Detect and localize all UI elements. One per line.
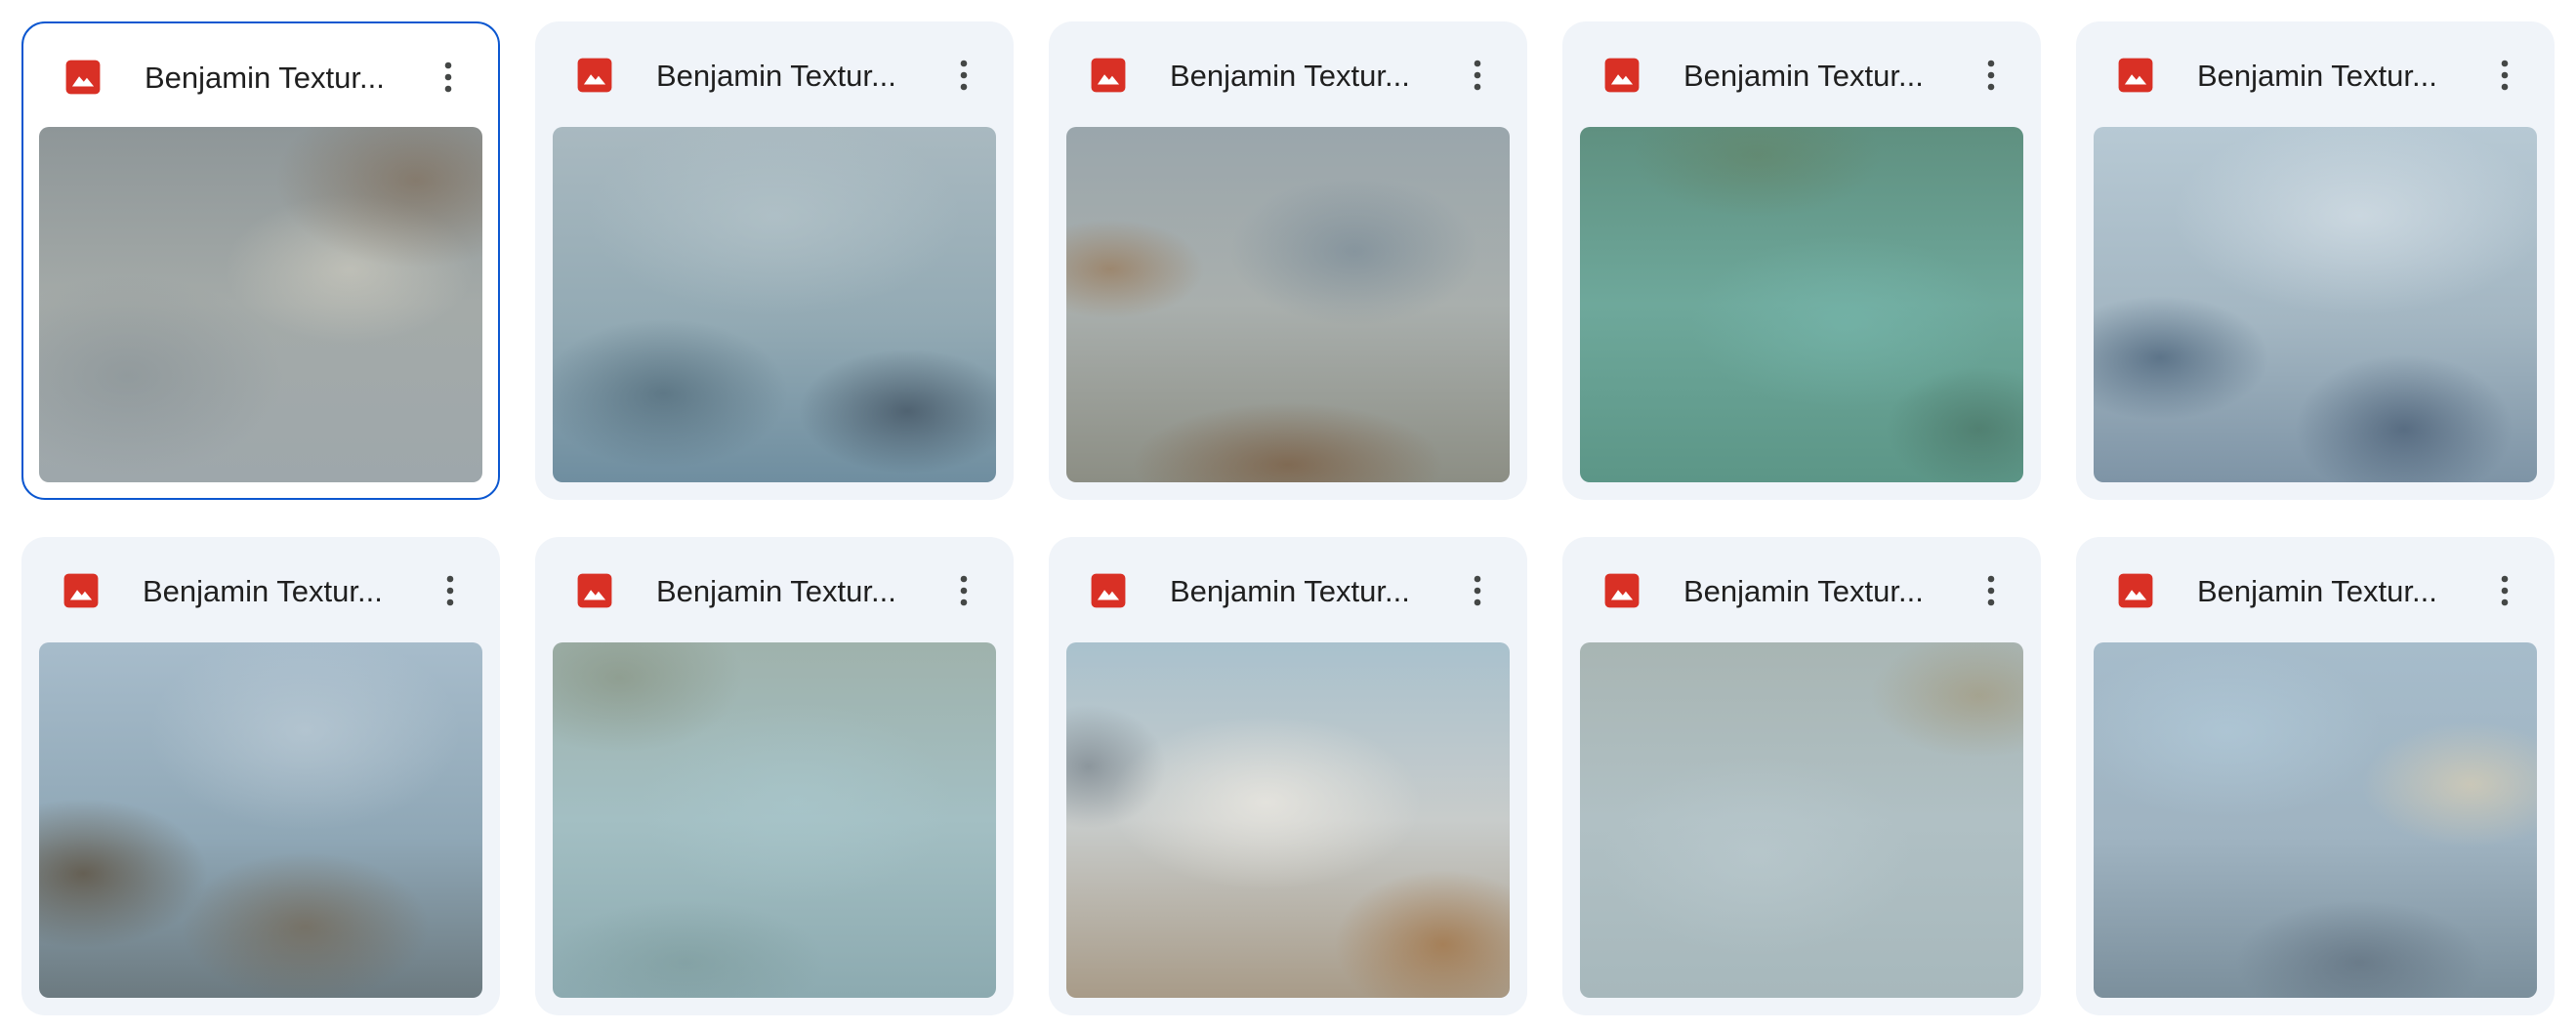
file-card[interactable]: Benjamin Textur...	[1049, 21, 1527, 500]
file-card-header: Benjamin Textur...	[1049, 537, 1527, 644]
image-icon	[1603, 57, 1641, 94]
file-name: Benjamin Textur...	[1170, 574, 1410, 608]
file-card[interactable]: Benjamin Textur...	[1562, 21, 2041, 500]
file-card-header: Benjamin Textur...	[1049, 21, 1527, 129]
file-card-header: Benjamin Textur...	[1562, 537, 2041, 644]
file-name: Benjamin Textur...	[656, 59, 896, 93]
file-card[interactable]: Benjamin Textur...	[21, 537, 500, 1015]
image-icon	[64, 59, 102, 96]
file-name: Benjamin Textur...	[145, 61, 385, 95]
file-name: Benjamin Textur...	[656, 574, 896, 608]
file-card-header: Benjamin Textur...	[2076, 537, 2555, 644]
file-card-header: Benjamin Textur...	[23, 23, 498, 131]
file-thumbnail[interactable]	[2094, 642, 2537, 998]
file-thumbnail[interactable]	[2094, 127, 2537, 482]
file-thumbnail[interactable]	[1066, 127, 1510, 482]
file-card[interactable]: Benjamin Textur...	[2076, 21, 2555, 500]
file-name: Benjamin Textur...	[1170, 59, 1410, 93]
file-thumbnail[interactable]	[1066, 642, 1510, 998]
file-thumbnail[interactable]	[39, 642, 482, 998]
file-name: Benjamin Textur...	[2197, 59, 2437, 93]
image-icon	[576, 572, 613, 609]
image-icon	[1090, 572, 1127, 609]
more-actions-button[interactable]	[941, 53, 986, 98]
file-card[interactable]: Benjamin Textur...	[2076, 537, 2555, 1015]
file-card-header: Benjamin Textur...	[1562, 21, 2041, 129]
image-icon	[1090, 57, 1127, 94]
file-name: Benjamin Textur...	[143, 574, 383, 608]
file-card-header: Benjamin Textur...	[21, 537, 500, 644]
more-actions-button[interactable]	[2482, 53, 2527, 98]
file-card[interactable]: Benjamin Textur...	[21, 21, 500, 500]
file-name: Benjamin Textur...	[2197, 574, 2437, 608]
image-icon	[576, 57, 613, 94]
more-actions-button[interactable]	[941, 568, 986, 613]
image-icon	[1603, 572, 1641, 609]
file-thumbnail[interactable]	[39, 127, 482, 482]
file-thumbnail[interactable]	[553, 127, 996, 482]
more-actions-button[interactable]	[1455, 568, 1500, 613]
more-actions-button[interactable]	[2482, 568, 2527, 613]
file-grid: Benjamin Textur... Benjamin Textur... Be…	[21, 21, 2555, 1015]
file-name: Benjamin Textur...	[1683, 59, 1924, 93]
file-name: Benjamin Textur...	[1683, 574, 1924, 608]
more-actions-button[interactable]	[1455, 53, 1500, 98]
file-card-header: Benjamin Textur...	[2076, 21, 2555, 129]
file-card[interactable]: Benjamin Textur...	[1562, 537, 2041, 1015]
more-actions-button[interactable]	[428, 568, 473, 613]
file-thumbnail[interactable]	[1580, 642, 2023, 998]
file-thumbnail[interactable]	[1580, 127, 2023, 482]
file-card-header: Benjamin Textur...	[535, 21, 1014, 129]
more-actions-button[interactable]	[1969, 568, 2014, 613]
more-actions-button[interactable]	[426, 55, 471, 100]
file-thumbnail[interactable]	[553, 642, 996, 998]
image-icon	[62, 572, 100, 609]
file-card[interactable]: Benjamin Textur...	[535, 21, 1014, 500]
file-card-header: Benjamin Textur...	[535, 537, 1014, 644]
file-card[interactable]: Benjamin Textur...	[1049, 537, 1527, 1015]
more-actions-button[interactable]	[1969, 53, 2014, 98]
image-icon	[2117, 572, 2154, 609]
image-icon	[2117, 57, 2154, 94]
file-card[interactable]: Benjamin Textur...	[535, 537, 1014, 1015]
